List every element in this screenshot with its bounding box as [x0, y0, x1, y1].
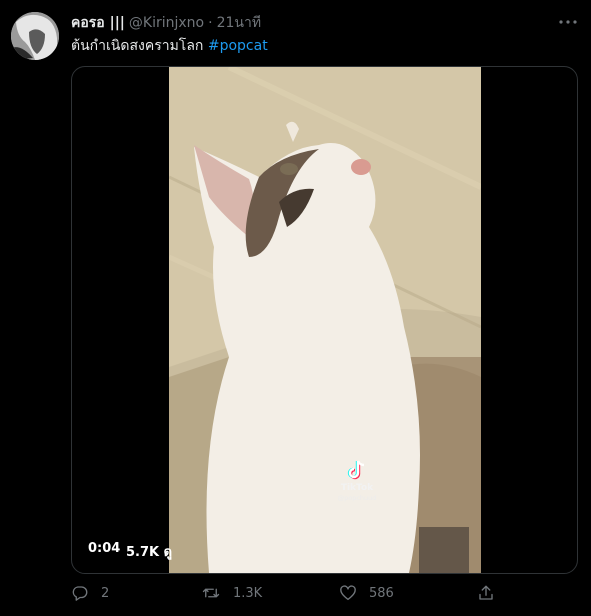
reply-button[interactable]: 2 [71, 584, 109, 602]
retweet-icon [202, 588, 220, 598]
separator-dot: · [208, 15, 213, 31]
share-button[interactable] [477, 584, 495, 602]
share-icon [479, 585, 493, 600]
reply-icon [72, 586, 88, 601]
video-frame[interactable] [169, 67, 481, 573]
tweet-text: ต้นกำเนิดสงครามโลก #popcat [71, 35, 268, 57]
video-elapsed-time: 0:04 [88, 541, 121, 556]
video-view-count: 5.7K ดู [126, 545, 173, 560]
like-icon [340, 585, 356, 601]
timestamp[interactable]: 21นาที [217, 12, 261, 34]
retweet-button[interactable]: 1.3K [201, 584, 262, 602]
tweet-actions: 2 1.3K 586 [71, 584, 511, 604]
reply-count: 2 [101, 585, 110, 601]
tiktok-watermark: TikTok @popchuud [337, 459, 377, 502]
display-name[interactable]: คอรอ ||| [71, 12, 125, 34]
like-count: 586 [369, 585, 394, 601]
like-button[interactable]: 586 [339, 584, 394, 602]
tweet-body: ต้นกำเนิดสงครามโลก [71, 38, 204, 54]
tiktok-brand: TikTok [340, 483, 374, 493]
avatar[interactable] [11, 12, 59, 60]
tweet[interactable]: คอรอ ||| @Kirinjxno · 21นาที ต้นกำเนิดสง… [0, 0, 591, 616]
user-handle[interactable]: @Kirinjxno [129, 15, 204, 31]
tiktok-username: @popchuud [337, 494, 377, 502]
tweet-header: คอรอ ||| @Kirinjxno · 21นาที [71, 13, 261, 33]
more-icon[interactable] [556, 12, 580, 32]
tiktok-icon [347, 460, 365, 480]
video-player[interactable]: TikTok @popchuud 0:04 5.7K ดู [71, 66, 578, 574]
retweet-count: 1.3K [233, 585, 263, 601]
hashtag-link[interactable]: #popcat [208, 38, 268, 54]
